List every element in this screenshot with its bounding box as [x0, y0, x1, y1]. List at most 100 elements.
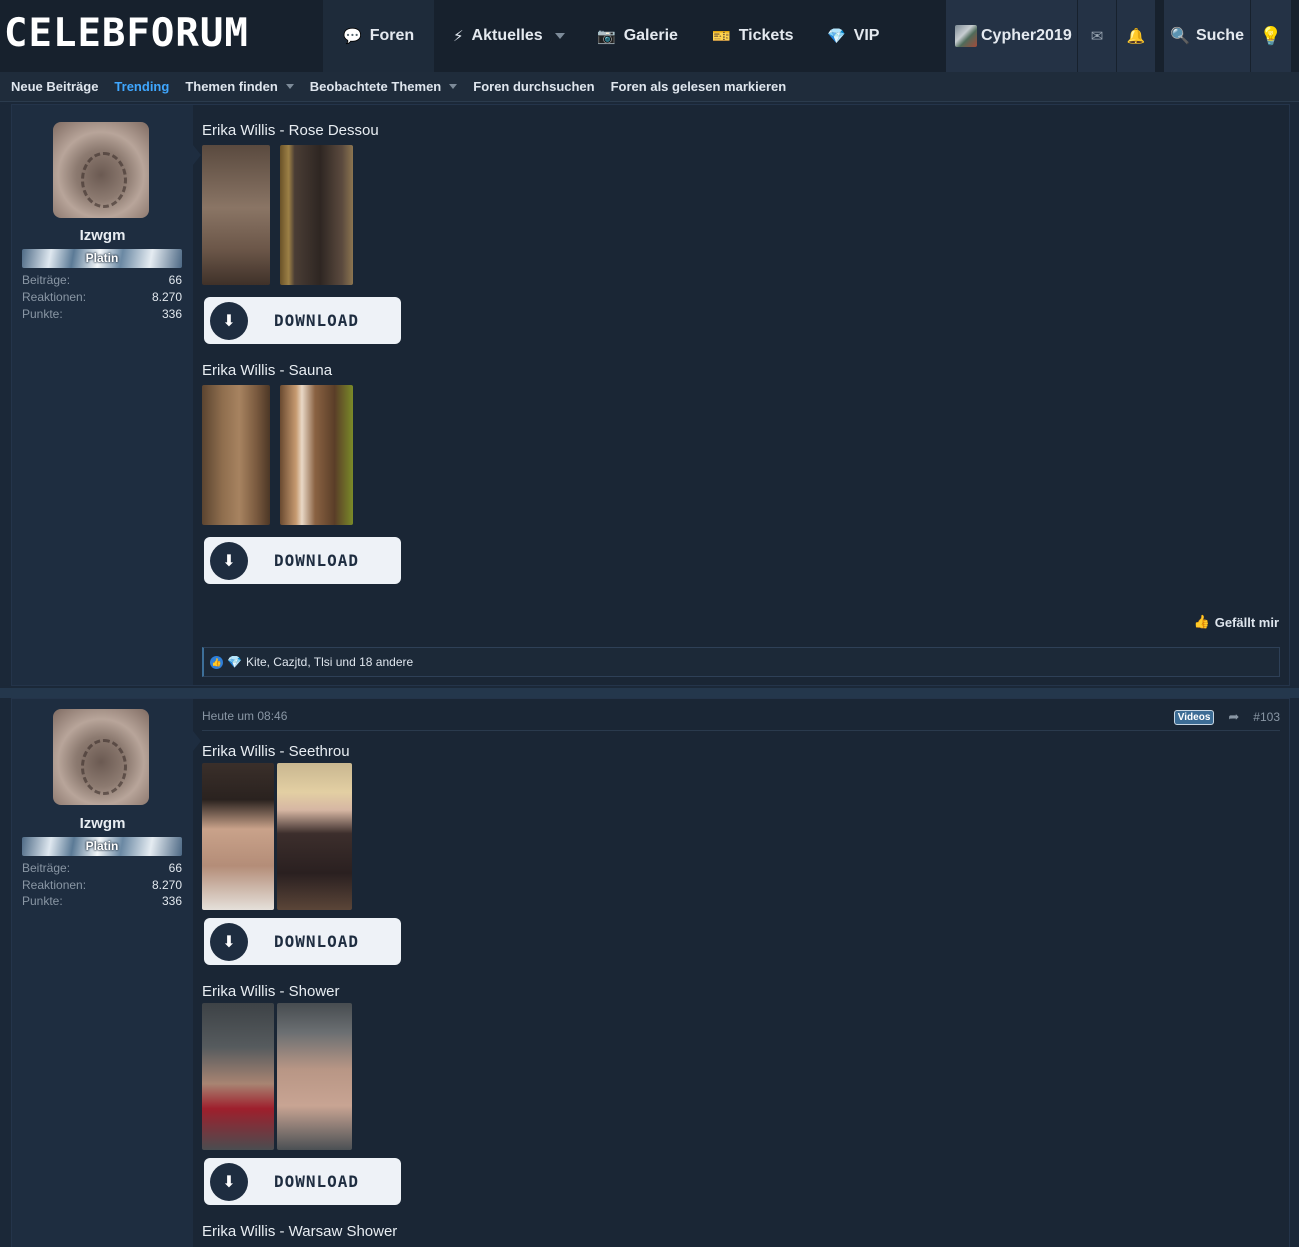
- image-thumbnail[interactable]: [202, 385, 270, 525]
- stat-label: Beiträge:: [22, 861, 71, 875]
- post-user-panel: Izwgm Platin Beiträge: 66 Reaktionen: 8.27…: [12, 105, 193, 685]
- post-timestamp[interactable]: Heute um 08:46: [202, 709, 287, 723]
- stat-posts: Beiträge: 66: [22, 861, 182, 875]
- stat-value: 336: [161, 894, 182, 908]
- envelope-icon: ✉: [1090, 28, 1104, 45]
- image-thumbnail[interactable]: [202, 145, 270, 285]
- stat-label: Reaktionen:: [22, 290, 87, 304]
- username-link[interactable]: Izwgm: [12, 815, 193, 832]
- user-avatar: [955, 25, 977, 47]
- entry-title: Erika Willis - Seethrou: [202, 743, 350, 760]
- rank-banner: Platin: [22, 249, 182, 268]
- like-reaction-icon: 👍: [210, 655, 223, 669]
- download-button[interactable]: ⬇ DOWNLOAD: [204, 1158, 401, 1205]
- tab-vip[interactable]: 💎 VIP: [807, 0, 899, 72]
- stat-value: 8.270: [151, 290, 182, 304]
- download-button[interactable]: ⬇ DOWNLOAD: [204, 297, 401, 344]
- username: Cypher2019: [981, 27, 1072, 44]
- image-thumbnail[interactable]: [277, 1003, 352, 1150]
- stat-label: Beiträge:: [22, 273, 71, 287]
- like-button[interactable]: 👍 Gefällt mir: [1194, 614, 1279, 630]
- avatar[interactable]: [53, 122, 149, 218]
- aktuelles-dropdown-caret[interactable]: [555, 33, 565, 39]
- tab-label: Galerie: [623, 27, 678, 44]
- image-thumbnail[interactable]: [277, 763, 352, 910]
- entry-title: Erika Willis - Shower: [202, 983, 340, 1000]
- download-label: DOWNLOAD: [274, 311, 360, 330]
- account-menu[interactable]: Cypher2019: [946, 0, 1077, 72]
- post-number[interactable]: #103: [1253, 710, 1280, 724]
- username-link[interactable]: Izwgm: [12, 227, 193, 244]
- download-icon: ⬇: [210, 301, 248, 340]
- post: Izwgm Platin Beiträge: 66 Reaktionen: 8.27…: [11, 698, 1290, 1247]
- subnav-watched-threads[interactable]: Beobachtete Themen: [309, 79, 458, 94]
- subnav-mark-read[interactable]: Foren als gelesen markieren: [611, 79, 787, 94]
- download-icon: ⬇: [210, 1162, 248, 1201]
- tab-aktuelles[interactable]: ⚡ Aktuelles: [433, 0, 563, 72]
- tab-tickets[interactable]: 🎫 Tickets: [692, 0, 814, 72]
- stat-value: 8.270: [151, 878, 182, 892]
- stat-reactions: Reaktionen: 8.270: [22, 290, 182, 304]
- reactions-bar[interactable]: 👍 💎 Kite, Cazjtd, Tlsi und 18 andere: [202, 647, 1280, 677]
- subnav-label: Themen finden: [185, 79, 278, 94]
- thumbs-up-icon: 👍: [1193, 614, 1210, 629]
- image-thumbnail[interactable]: [280, 385, 353, 525]
- bolt-icon: ⚡: [453, 28, 464, 45]
- image-thumbnail[interactable]: [202, 763, 274, 910]
- image-thumbnail[interactable]: [280, 145, 353, 285]
- top-header: CELEBFORUM 💬 Foren ⚡ Aktuelles 📷 Galerie…: [0, 0, 1299, 72]
- download-icon: ⬇: [210, 922, 248, 961]
- camera-icon: 📷: [597, 28, 616, 45]
- download-button[interactable]: ⬇ DOWNLOAD: [204, 918, 401, 965]
- diamond-icon: 💎: [827, 28, 846, 45]
- stat-reactions: Reaktionen: 8.270: [22, 878, 182, 892]
- search-button[interactable]: 🔍 Suche: [1164, 0, 1250, 72]
- rank-banner: Platin: [22, 837, 182, 856]
- entry-title: Erika Willis - Sauna: [202, 362, 333, 379]
- style-toggle-button[interactable]: 💡: [1251, 0, 1291, 72]
- entry-title: Erika Willis - Rose Dessou: [202, 122, 379, 139]
- subnav-new-posts[interactable]: Neue Beiträge: [11, 79, 98, 94]
- search-icon: 🔍: [1170, 28, 1190, 45]
- reactions-summary: Kite, Cazjtd, Tlsi und 18 andere: [245, 655, 414, 669]
- tab-galerie[interactable]: 📷 Galerie: [577, 0, 698, 72]
- download-button[interactable]: ⬇ DOWNLOAD: [204, 537, 401, 584]
- like-label: Gefällt mir: [1214, 614, 1279, 630]
- post-arrow: [193, 731, 201, 751]
- stat-value: 336: [161, 307, 182, 321]
- subnav-find-threads[interactable]: Themen finden: [185, 79, 294, 94]
- stat-value: 66: [168, 861, 182, 875]
- subnav-trending[interactable]: Trending: [114, 79, 169, 94]
- share-icon[interactable]: ➦: [1228, 709, 1239, 725]
- stat-label: Punkte:: [22, 307, 63, 321]
- entry-title: Erika Willis - Warsaw Shower: [202, 1223, 398, 1240]
- image-thumbnail[interactable]: [202, 1003, 274, 1150]
- search-label: Suche: [1195, 27, 1244, 44]
- alerts-button[interactable]: 🔔: [1117, 0, 1155, 72]
- videos-badge: Videos: [1173, 709, 1215, 725]
- stat-points: Punkte: 336: [22, 307, 182, 321]
- tab-foren[interactable]: 💬 Foren: [323, 0, 435, 72]
- tab-label: Foren: [369, 27, 415, 44]
- sub-navigation: Neue Beiträge Trending Themen finden Beo…: [0, 72, 1299, 102]
- tab-label: Tickets: [738, 27, 794, 44]
- download-label: DOWNLOAD: [274, 551, 360, 570]
- bell-icon: 🔔: [1126, 28, 1146, 45]
- subnav-label: Beobachtete Themen: [309, 79, 442, 94]
- stat-label: Reaktionen:: [22, 878, 87, 892]
- site-logo[interactable]: CELEBFORUM: [4, 12, 249, 56]
- download-icon: ⬇: [210, 541, 248, 580]
- subnav-search-forums[interactable]: Foren durchsuchen: [473, 79, 594, 94]
- diamond-reaction-icon: 💎: [227, 655, 242, 669]
- download-label: DOWNLOAD: [274, 1172, 360, 1191]
- stat-value: 66: [168, 273, 182, 287]
- avatar[interactable]: [53, 709, 149, 805]
- lightbulb-icon: 💡: [1259, 25, 1283, 46]
- chevron-down-icon[interactable]: [285, 84, 294, 89]
- chevron-down-icon[interactable]: [449, 84, 458, 89]
- tab-label: VIP: [853, 27, 880, 44]
- inbox-button[interactable]: ✉: [1078, 0, 1116, 72]
- ticket-icon: 🎫: [712, 28, 731, 45]
- post-arrow: [193, 145, 201, 165]
- tab-label: Aktuelles: [471, 27, 543, 44]
